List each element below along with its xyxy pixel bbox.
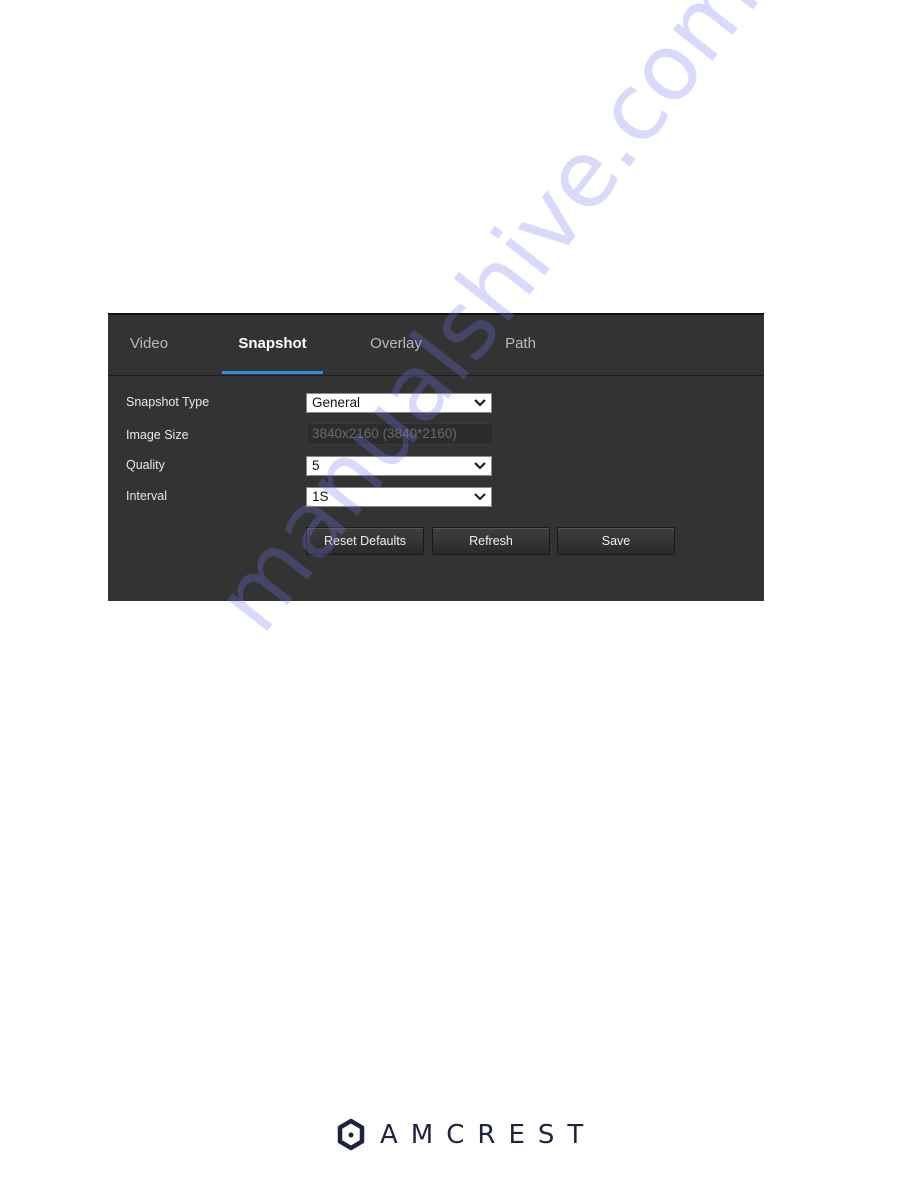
chevron-down-icon bbox=[474, 462, 486, 470]
refresh-button[interactable]: Refresh bbox=[432, 527, 550, 555]
quality-select[interactable]: 5 bbox=[306, 456, 492, 476]
amcrest-hexagon-logo-icon bbox=[337, 1118, 365, 1151]
image-size-label: Image Size bbox=[126, 428, 189, 442]
snapshot-type-label: Snapshot Type bbox=[126, 395, 210, 409]
quality-label: Quality bbox=[126, 458, 165, 472]
active-tab-indicator bbox=[222, 371, 323, 374]
tab-snapshot[interactable]: Snapshot bbox=[222, 315, 323, 375]
chevron-down-icon bbox=[474, 399, 486, 407]
interval-value: 1S bbox=[312, 489, 329, 504]
tab-path[interactable]: Path bbox=[493, 315, 548, 375]
image-size-field: 3840x2160 (3840*2160) bbox=[306, 423, 494, 445]
amcrest-logo: AMCREST bbox=[336, 1117, 596, 1153]
tab-overlay[interactable]: Overlay bbox=[358, 315, 434, 375]
snapshot-type-select[interactable]: General bbox=[306, 393, 492, 413]
chevron-down-icon bbox=[474, 493, 486, 501]
brand-name: AMCREST bbox=[380, 1120, 597, 1150]
interval-label: Interval bbox=[126, 489, 167, 503]
tab-video[interactable]: Video bbox=[108, 315, 190, 375]
tab-bar: Video Snapshot Overlay Path bbox=[108, 315, 764, 376]
quality-value: 5 bbox=[312, 458, 320, 473]
reset-defaults-button[interactable]: Reset Defaults bbox=[306, 527, 424, 555]
interval-select[interactable]: 1S bbox=[306, 487, 492, 507]
snapshot-type-value: General bbox=[312, 395, 361, 410]
save-button[interactable]: Save bbox=[557, 527, 675, 555]
snapshot-settings-panel: Video Snapshot Overlay Path Snapshot Typ… bbox=[108, 313, 764, 601]
